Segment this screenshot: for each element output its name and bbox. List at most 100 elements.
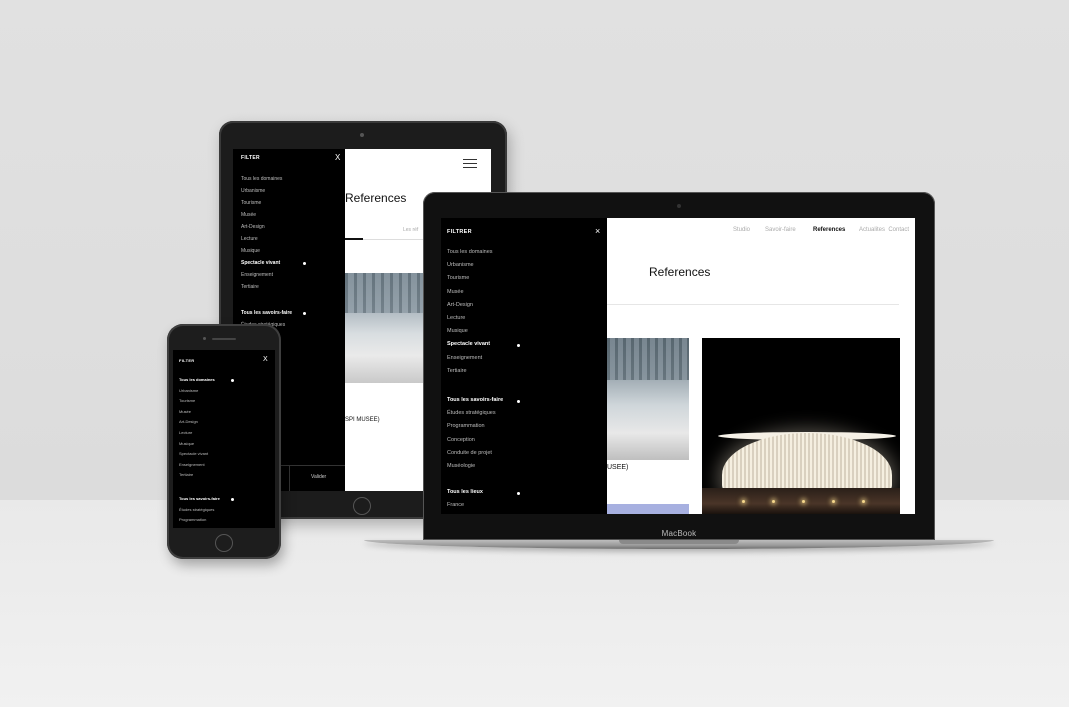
filter-title: FILTER [241, 155, 260, 161]
filter-item[interactable]: Tourisme [447, 272, 493, 285]
filter-item[interactable]: Musique [241, 245, 282, 257]
filter-item-label: Muséologie [447, 463, 476, 470]
laptop-screen: Studio Savoir-faire References Actualites Co… [441, 218, 915, 514]
filter-item[interactable]: Enseignement [447, 352, 493, 365]
filter-item[interactable]: Études stratégiques [447, 407, 503, 420]
filter-savoir-faire-list: Tous les savoirs-faire Études stratégique… [179, 494, 234, 526]
filter-item-label: Musée [241, 212, 257, 218]
filter-item[interactable]: Urbanisme [241, 185, 282, 197]
filter-item[interactable]: Art-Design [447, 299, 493, 312]
filter-item[interactable]: Lecture [179, 428, 215, 439]
filter-item[interactable]: Musée [179, 407, 215, 418]
filter-item[interactable]: Spectacle vivant [241, 257, 306, 269]
filter-item-label: Études stratégiques [447, 410, 496, 417]
page-title: References [345, 191, 407, 205]
nav-item[interactable]: Studio [733, 227, 750, 233]
filter-item-label: Art-Design [447, 301, 473, 308]
filter-item[interactable]: Musée [241, 209, 282, 221]
filter-item[interactable]: Tous les domaines [447, 246, 493, 259]
filter-item[interactable]: Tous les savoirs-faire [447, 394, 520, 407]
filter-item[interactable]: Tous les savoirs-faire [179, 494, 234, 505]
filter-item-label: Urbanisme [447, 262, 474, 269]
reference-caption[interactable]: USEE) [607, 464, 628, 471]
filter-item[interactable]: Programmation [179, 515, 220, 526]
filter-item[interactable]: Urbanisme [447, 259, 493, 272]
filter-item-label: Tertiaire [447, 367, 467, 374]
filter-item[interactable]: Tous les savoirs-faire [241, 307, 306, 319]
close-icon[interactable]: X [335, 153, 340, 162]
filter-item[interactable]: Tourisme [179, 396, 215, 407]
filter-item-label: Art-Design [179, 419, 198, 425]
nav-item[interactable]: References [813, 227, 845, 233]
validate-button[interactable]: Valider [311, 474, 326, 480]
filter-panel: FILTRER × Tous les domaines Urbanisme Tour… [441, 218, 607, 514]
filter-domains-list: Tous les domaines Urbanisme Tourisme Musée A… [241, 173, 306, 293]
home-button-icon [215, 534, 233, 552]
reference-photo-concert-hall[interactable] [702, 338, 900, 514]
filter-item[interactable]: Spectacle vivant [447, 338, 520, 351]
filter-item[interactable]: Musée [447, 286, 493, 299]
filter-item[interactable]: Tertiaire [447, 365, 493, 378]
filter-item-label: Enseignement [179, 461, 205, 467]
filter-item[interactable]: Lecture [241, 233, 282, 245]
laptop-camera [677, 204, 681, 208]
filter-item-label: Tous les domaines [179, 377, 215, 382]
filter-item[interactable]: Musique [447, 325, 493, 338]
filter-item-label: Conduite de projet [447, 449, 492, 456]
filter-item[interactable]: Enseignement [179, 460, 215, 471]
filter-item[interactable]: Spectacle vivant [179, 449, 215, 460]
tab-indicator [345, 238, 363, 240]
hamburger-menu-icon[interactable] [463, 159, 477, 168]
selected-dot-icon [517, 399, 520, 403]
filter-item-label: Tous les savoirs-faire [241, 310, 293, 316]
filter-item[interactable]: Lecture [447, 312, 493, 325]
filter-item-label: Programmation [447, 423, 485, 430]
close-icon[interactable]: X [263, 356, 268, 363]
phone-speaker [212, 338, 236, 340]
selected-dot-icon [517, 491, 520, 495]
reference-caption[interactable]: SPI MUSEE) [345, 417, 380, 423]
filter-domains-list: Tous les domaines Urbanisme Tourisme Musée A… [179, 375, 234, 481]
filter-item-label: Programmation [179, 517, 207, 523]
laptop-brand-label: MacBook [661, 529, 697, 538]
laptop-notch [619, 540, 739, 544]
filter-item[interactable]: Conception [447, 434, 503, 447]
filter-item-label: Tourisme [447, 275, 470, 282]
filter-item[interactable]: Tertiaire [241, 281, 282, 293]
filter-item[interactable]: Tertiaire [179, 470, 215, 481]
filter-item[interactable]: Art-Design [241, 221, 282, 233]
filter-item-label: Enseignement [241, 272, 273, 278]
nav-item[interactable]: Actualites [859, 227, 885, 233]
filter-item[interactable]: Programmation [447, 420, 503, 433]
filter-item-label: Lecture [447, 315, 466, 322]
filter-item-label: Urbanisme [179, 387, 199, 393]
filter-panel: FILTER X Tous les domaines Urbanisme Touri… [173, 350, 275, 528]
filter-item-label: Lecture [241, 236, 258, 242]
phone-camera [203, 337, 206, 340]
reference-photo[interactable] [607, 338, 689, 460]
filter-item-label: Tertiaire [241, 284, 259, 290]
filter-item[interactable]: Urbanisme [179, 386, 215, 397]
selected-dot-icon [231, 379, 234, 383]
filter-item[interactable]: Tourisme [241, 197, 282, 209]
filter-item[interactable]: Art-Design [179, 417, 215, 428]
filter-item[interactable]: Tous les domaines [241, 173, 282, 185]
filter-item[interactable]: Muséologie [447, 460, 503, 473]
selected-dot-icon [231, 498, 234, 502]
filter-item-label: Tous les lieux [447, 489, 483, 495]
filter-item-label: Art-Design [241, 224, 265, 230]
filter-item[interactable]: Tous les domaines [179, 375, 234, 386]
filter-item-label: Tous les domaines [447, 249, 493, 255]
nav-item[interactable]: Contact [888, 227, 909, 233]
filter-item-label: Tous les domaines [241, 176, 283, 182]
filter-item[interactable]: Conduite de projet [447, 447, 503, 460]
tab-references[interactable]: Les réf [403, 227, 418, 233]
filter-item[interactable]: Musique [179, 439, 215, 450]
filter-item-label: Urbanisme [241, 188, 266, 194]
filter-item[interactable]: France [447, 499, 483, 512]
nav-item[interactable]: Savoir-faire [765, 227, 796, 233]
filter-item[interactable]: Enseignement [241, 269, 282, 281]
filter-item[interactable]: Études stratégiques [179, 505, 220, 516]
filter-item[interactable]: Tous les lieux [447, 486, 520, 499]
close-icon[interactable]: × [595, 226, 600, 236]
